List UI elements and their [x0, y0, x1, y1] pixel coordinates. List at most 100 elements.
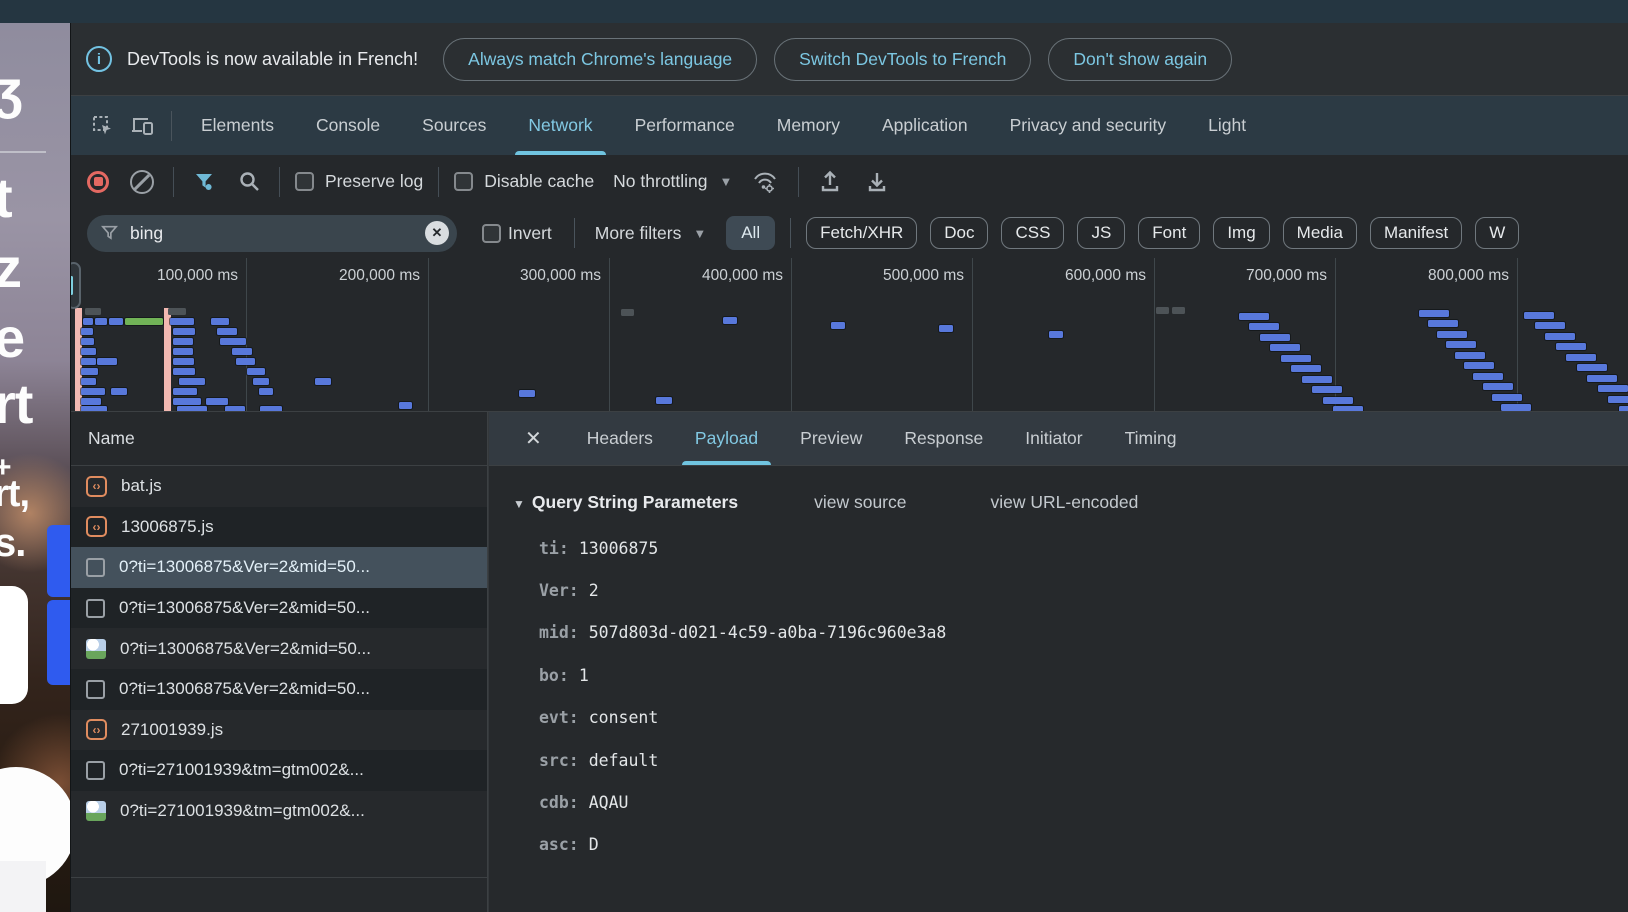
request-row[interactable]: 0?ti=13006875&Ver=2&mid=50...	[71, 669, 487, 710]
collapse-triangle-icon[interactable]: ▼	[513, 497, 525, 511]
waterfall-bar	[1524, 312, 1554, 319]
detail-tab-payload[interactable]: Payload	[674, 412, 779, 465]
tab-light[interactable]: Light	[1187, 96, 1267, 155]
payload-view: ▼ Query String Parameters view source vi…	[489, 466, 1628, 912]
document-file-icon	[86, 761, 105, 780]
request-row[interactable]: ‹›271001939.js	[71, 710, 487, 751]
chip-font[interactable]: Font	[1138, 217, 1200, 249]
request-name: 13006875.js	[121, 517, 214, 537]
don-t-show-again-button[interactable]: Don't show again	[1048, 38, 1232, 81]
chip-all[interactable]: All	[726, 216, 775, 250]
filter-input-pill[interactable]: ✕	[87, 215, 457, 252]
request-row[interactable]: ‹›13006875.js	[71, 507, 487, 548]
chip-w[interactable]: W	[1475, 217, 1519, 249]
view-url-encoded-link[interactable]: view URL-encoded	[991, 492, 1139, 513]
request-row[interactable]: 0?ti=13006875&Ver=2&mid=50...	[71, 588, 487, 629]
timeline-tick-label: 200,000 ms	[268, 267, 420, 285]
tab-network[interactable]: Network	[507, 96, 613, 155]
chevron-down-icon: ▼	[693, 226, 706, 241]
request-row[interactable]: 0?ti=271001939&tm=gtm002&...	[71, 750, 487, 791]
request-row[interactable]: 0?ti=13006875&Ver=2&mid=50...	[71, 547, 487, 588]
chip-js[interactable]: JS	[1077, 217, 1125, 249]
detail-tab-preview[interactable]: Preview	[779, 412, 883, 465]
chip-manifest[interactable]: Manifest	[1370, 217, 1462, 249]
tab-memory[interactable]: Memory	[756, 96, 861, 155]
background-text: ʒ	[0, 59, 21, 121]
record-button[interactable]	[87, 171, 109, 193]
tab-privacy-and-security[interactable]: Privacy and security	[989, 96, 1188, 155]
chip-css[interactable]: CSS	[1001, 217, 1064, 249]
param-key: ti:	[539, 539, 569, 558]
waterfall-bar	[1437, 331, 1467, 338]
param-row: asc:D	[539, 824, 1628, 866]
detail-tab-response[interactable]: Response	[883, 412, 1004, 465]
timeline-gridline	[428, 258, 429, 411]
filter-icon[interactable]	[189, 172, 219, 191]
waterfall-bar	[1473, 373, 1503, 380]
chip-doc[interactable]: Doc	[930, 217, 988, 249]
waterfall-bar	[1302, 376, 1332, 383]
always-match-chrome-s-language-button[interactable]: Always match Chrome's language	[443, 38, 757, 81]
tab-elements[interactable]: Elements	[180, 96, 295, 155]
name-column-header[interactable]: Name	[71, 412, 487, 466]
preserve-log-checkbox[interactable]	[295, 172, 314, 191]
waterfall-bar	[1323, 397, 1353, 404]
tab-sources[interactable]: Sources	[401, 96, 507, 155]
detail-tab-timing[interactable]: Timing	[1104, 412, 1198, 465]
tab-performance[interactable]: Performance	[614, 96, 756, 155]
timeline-overview[interactable]: 100,000 ms200,000 ms300,000 ms400,000 ms…	[71, 258, 1628, 412]
param-key: asc:	[539, 835, 579, 854]
param-value: 13006875	[579, 539, 658, 558]
export-har-icon[interactable]	[861, 170, 893, 193]
invert-checkbox[interactable]	[482, 224, 501, 243]
chip-img[interactable]: Img	[1213, 217, 1269, 249]
request-table: Name ‹›bat.js‹›13006875.js0?ti=13006875&…	[71, 412, 488, 912]
waterfall-bar	[315, 378, 331, 385]
filter-input[interactable]	[130, 223, 413, 244]
tab-application[interactable]: Application	[861, 96, 989, 155]
close-icon[interactable]: ✕	[511, 412, 556, 465]
overview-drag-handle[interactable]	[70, 262, 81, 309]
clear-filter-icon[interactable]: ✕	[425, 221, 449, 245]
request-row[interactable]: 0?ti=13006875&Ver=2&mid=50...	[71, 628, 487, 669]
param-key: evt:	[539, 708, 579, 727]
more-filters-dropdown[interactable]: More filters ▼	[595, 223, 706, 244]
waterfall-bar	[1172, 307, 1185, 314]
disable-cache-checkbox[interactable]	[454, 172, 473, 191]
inspect-element-icon[interactable]	[83, 96, 123, 155]
tab-console[interactable]: Console	[295, 96, 401, 155]
divider	[574, 218, 575, 248]
background-text: rt,	[0, 473, 29, 516]
network-conditions-icon[interactable]	[747, 170, 783, 193]
waterfall-bar	[81, 348, 96, 355]
timeline-tick-label: 700,000 ms	[1175, 267, 1327, 285]
param-row: bo:1	[539, 654, 1628, 696]
timeline-gridline	[972, 258, 973, 411]
disable-cache-label: Disable cache	[484, 171, 594, 192]
view-source-link[interactable]: view source	[814, 492, 906, 513]
chip-media[interactable]: Media	[1283, 217, 1357, 249]
device-toolbar-icon[interactable]	[123, 96, 163, 155]
request-row[interactable]: 0?ti=271001939&tm=gtm002&...	[71, 791, 487, 832]
divider	[438, 167, 439, 197]
waterfall-bar	[168, 308, 186, 315]
waterfall-bar	[1545, 333, 1575, 340]
waterfall-bar	[81, 358, 96, 365]
chip-fetch-xhr[interactable]: Fetch/XHR	[806, 217, 917, 249]
import-har-icon[interactable]	[814, 170, 846, 193]
waterfall-bar	[1281, 355, 1311, 362]
request-list: ‹›bat.js‹›13006875.js0?ti=13006875&Ver=2…	[71, 466, 487, 831]
param-row: mid:507d803d-d021-4c59-a0ba-7196c960e3a8	[539, 612, 1628, 654]
switch-devtools-to-french-button[interactable]: Switch DevTools to French	[774, 38, 1031, 81]
waterfall-bar	[723, 317, 737, 324]
request-row[interactable]: ‹›bat.js	[71, 466, 487, 507]
detail-tab-initiator[interactable]: Initiator	[1004, 412, 1103, 465]
search-icon[interactable]	[234, 171, 264, 192]
throttling-value: No throttling	[613, 171, 707, 192]
detail-tab-headers[interactable]: Headers	[566, 412, 674, 465]
waterfall-bar	[109, 318, 123, 325]
waterfall-bar	[1587, 375, 1617, 382]
clear-button[interactable]	[130, 170, 154, 194]
throttling-select[interactable]: No throttling ▼	[613, 171, 732, 192]
document-file-icon	[86, 599, 105, 618]
